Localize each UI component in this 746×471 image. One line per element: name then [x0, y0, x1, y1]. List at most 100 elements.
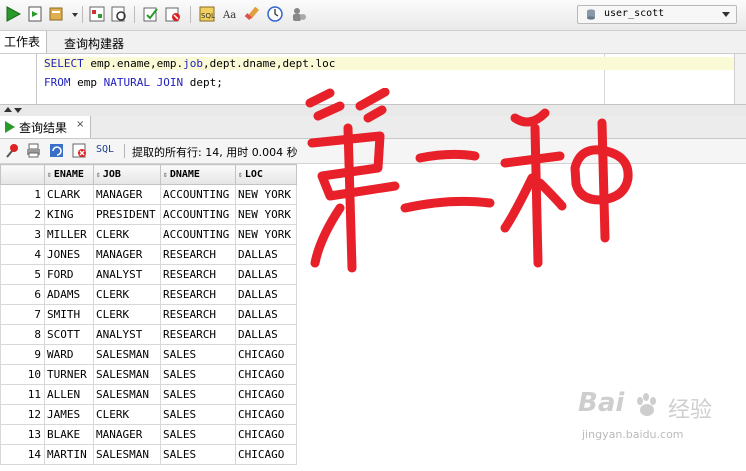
cell-loc[interactable]: DALLAS: [235, 244, 297, 265]
cell-ename[interactable]: ALLEN: [44, 384, 94, 405]
tab-query-result[interactable]: 查询结果 ×: [0, 116, 91, 138]
explain-plan-icon[interactable]: [88, 5, 106, 23]
table-row[interactable]: 8 SCOTT ANALYST RESEARCH DALLAS: [0, 324, 297, 345]
cell-job[interactable]: CLERK: [93, 224, 161, 245]
tab-worksheet[interactable]: 工作表: [0, 31, 48, 53]
cell-dname[interactable]: ACCOUNTING: [160, 184, 236, 205]
collapse-up-icon[interactable]: [4, 107, 12, 112]
cell-job[interactable]: CLERK: [93, 404, 161, 425]
table-row[interactable]: 12 JAMES CLERK SALES CHICAGO: [0, 404, 297, 425]
table-row[interactable]: 6 ADAMS CLERK RESEARCH DALLAS: [0, 284, 297, 305]
cell-dname[interactable]: RESEARCH: [160, 324, 236, 345]
cell-dname[interactable]: SALES: [160, 404, 236, 425]
dropdown-arrow-icon[interactable]: [72, 13, 78, 17]
cell-job[interactable]: SALESMAN: [93, 344, 161, 365]
cell-job[interactable]: ANALYST: [93, 264, 161, 285]
collapse-down-icon[interactable]: [14, 108, 22, 113]
chevron-down-icon[interactable]: [722, 12, 730, 17]
refresh-icon[interactable]: [48, 142, 65, 159]
cell-job[interactable]: MANAGER: [93, 244, 161, 265]
column-header-loc[interactable]: ⇕ LOC: [235, 164, 297, 185]
cell-job[interactable]: ANALYST: [93, 324, 161, 345]
cell-job[interactable]: MANAGER: [93, 184, 161, 205]
cell-ename[interactable]: CLARK: [44, 184, 94, 205]
cell-loc[interactable]: NEW YORK: [235, 184, 297, 205]
unshared-icon[interactable]: [290, 5, 308, 23]
cell-ename[interactable]: FORD: [44, 264, 94, 285]
cell-job[interactable]: CLERK: [93, 304, 161, 325]
cell-job[interactable]: SALESMAN: [93, 364, 161, 385]
cell-dname[interactable]: SALES: [160, 364, 236, 385]
cell-ename[interactable]: JAMES: [44, 404, 94, 425]
cell-job[interactable]: CLERK: [93, 284, 161, 305]
cell-loc[interactable]: CHICAGO: [235, 424, 297, 445]
table-row[interactable]: 1 CLARK MANAGER ACCOUNTING NEW YORK: [0, 184, 297, 205]
column-header-dname[interactable]: ⇕ DNAME: [160, 164, 236, 185]
tab-query-builder[interactable]: 查询构建器: [64, 35, 124, 52]
cell-loc[interactable]: NEW YORK: [235, 224, 297, 245]
cell-ename[interactable]: WARD: [44, 344, 94, 365]
cell-dname[interactable]: ACCOUNTING: [160, 224, 236, 245]
table-row[interactable]: 3 MILLER CLERK ACCOUNTING NEW YORK: [0, 224, 297, 245]
cell-loc[interactable]: NEW YORK: [235, 204, 297, 225]
uppercase-icon[interactable]: Aa: [222, 5, 240, 23]
table-row[interactable]: 7 SMITH CLERK RESEARCH DALLAS: [0, 304, 297, 325]
cell-ename[interactable]: BLAKE: [44, 424, 94, 445]
cell-job[interactable]: SALESMAN: [93, 444, 161, 465]
cell-dname[interactable]: SALES: [160, 344, 236, 365]
code-line-1[interactable]: SELECT emp.ename,emp.job,dept.dname,dept…: [44, 57, 734, 70]
cell-loc[interactable]: DALLAS: [235, 264, 297, 285]
sql-tuning-icon[interactable]: SQL: [198, 5, 216, 23]
close-icon[interactable]: ×: [76, 119, 84, 130]
cell-dname[interactable]: RESEARCH: [160, 264, 236, 285]
cell-loc[interactable]: CHICAGO: [235, 444, 297, 465]
cell-ename[interactable]: MARTIN: [44, 444, 94, 465]
cancel-fetch-icon[interactable]: [71, 142, 88, 159]
cell-dname[interactable]: ACCOUNTING: [160, 204, 236, 225]
cell-ename[interactable]: ADAMS: [44, 284, 94, 305]
cell-ename[interactable]: SCOTT: [44, 324, 94, 345]
rollback-icon[interactable]: [164, 5, 182, 23]
table-row[interactable]: 9 WARD SALESMAN SALES CHICAGO: [0, 344, 297, 365]
history-icon[interactable]: [266, 5, 284, 23]
cell-loc[interactable]: DALLAS: [235, 304, 297, 325]
cell-ename[interactable]: KING: [44, 204, 94, 225]
pin-icon[interactable]: [4, 142, 21, 159]
table-row[interactable]: 2 KING PRESIDENT ACCOUNTING NEW YORK: [0, 204, 297, 225]
cell-ename[interactable]: SMITH: [44, 304, 94, 325]
cell-dname[interactable]: SALES: [160, 424, 236, 445]
sql-button[interactable]: SQL: [96, 144, 114, 155]
cell-loc[interactable]: DALLAS: [235, 324, 297, 345]
table-row[interactable]: 10 TURNER SALESMAN SALES CHICAGO: [0, 364, 297, 385]
cell-ename[interactable]: JONES: [44, 244, 94, 265]
cell-loc[interactable]: DALLAS: [235, 284, 297, 305]
sql-editor[interactable]: SELECT emp.ename,emp.job,dept.dname,dept…: [0, 54, 746, 104]
cell-dname[interactable]: SALES: [160, 384, 236, 405]
table-row[interactable]: 5 FORD ANALYST RESEARCH DALLAS: [0, 264, 297, 285]
run-script-icon[interactable]: [26, 5, 44, 23]
cell-loc[interactable]: CHICAGO: [235, 384, 297, 405]
run-statement-icon[interactable]: [4, 5, 22, 23]
connection-selector[interactable]: user_scott: [577, 5, 737, 24]
commit-dropdown-icon[interactable]: [48, 5, 66, 23]
cell-dname[interactable]: SALES: [160, 444, 236, 465]
table-row[interactable]: 13 BLAKE MANAGER SALES CHICAGO: [0, 424, 297, 445]
cell-dname[interactable]: RESEARCH: [160, 304, 236, 325]
column-header-job[interactable]: ⇕ JOB: [93, 164, 161, 185]
cell-ename[interactable]: MILLER: [44, 224, 94, 245]
table-row[interactable]: 14 MARTIN SALESMAN SALES CHICAGO: [0, 444, 297, 465]
cell-loc[interactable]: CHICAGO: [235, 404, 297, 425]
cell-dname[interactable]: RESEARCH: [160, 284, 236, 305]
cell-job[interactable]: MANAGER: [93, 424, 161, 445]
column-header-ename[interactable]: ⇕ ENAME: [44, 164, 94, 185]
cell-dname[interactable]: RESEARCH: [160, 244, 236, 265]
editor-scrollbar[interactable]: [734, 54, 746, 104]
print-icon[interactable]: [25, 142, 42, 159]
clear-icon[interactable]: [244, 5, 262, 23]
table-row[interactable]: 4 JONES MANAGER RESEARCH DALLAS: [0, 244, 297, 265]
cell-job[interactable]: SALESMAN: [93, 384, 161, 405]
cell-ename[interactable]: TURNER: [44, 364, 94, 385]
cell-loc[interactable]: CHICAGO: [235, 344, 297, 365]
cell-job[interactable]: PRESIDENT: [93, 204, 161, 225]
code-line-2[interactable]: FROM emp NATURAL JOIN dept;: [44, 76, 223, 89]
